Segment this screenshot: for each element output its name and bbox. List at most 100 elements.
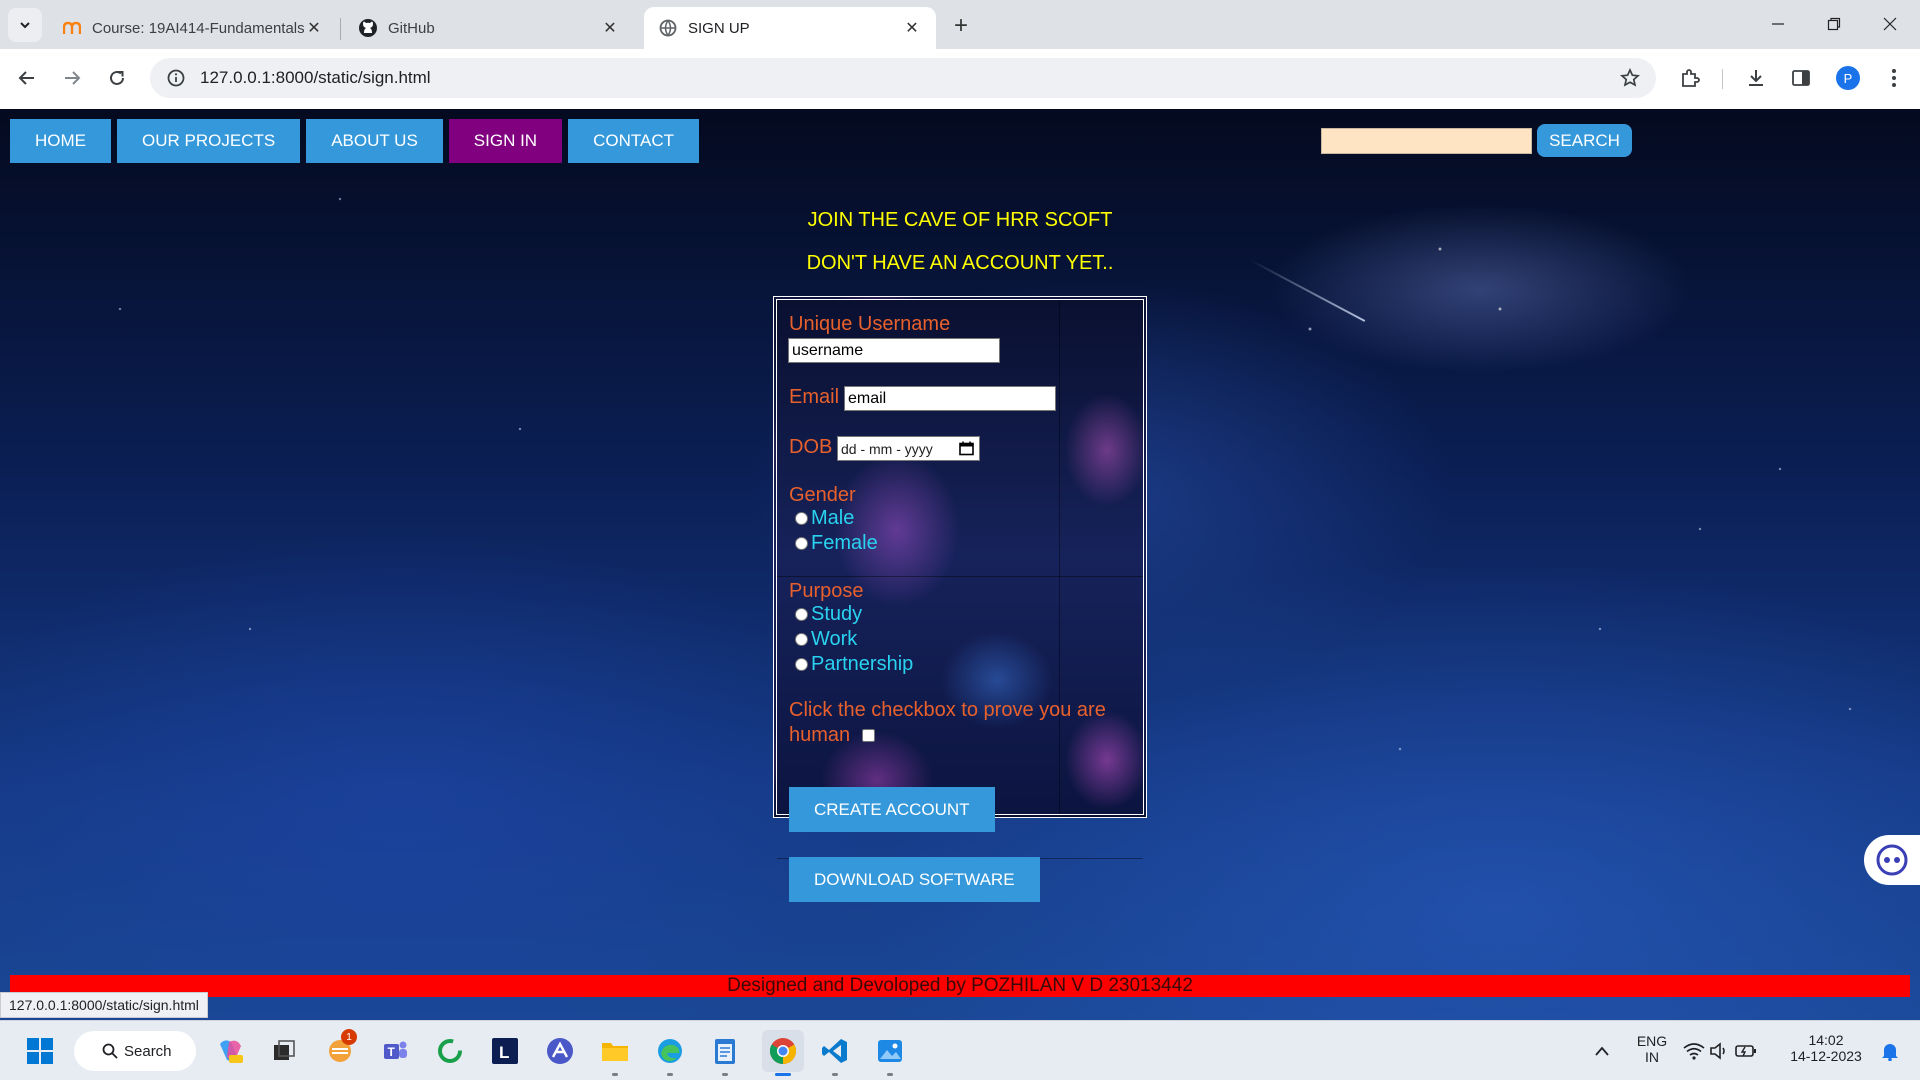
assistant-widget[interactable]	[1864, 835, 1920, 885]
tab-github[interactable]: GitHub ✕	[344, 7, 634, 49]
nav-sign-in[interactable]: SIGN IN	[448, 119, 563, 163]
reload-icon[interactable]	[100, 61, 134, 95]
bookmark-star-icon[interactable]	[1618, 66, 1642, 90]
circle-app-icon[interactable]	[432, 1033, 468, 1069]
close-icon[interactable]: ✕	[600, 18, 620, 38]
photos-icon[interactable]	[872, 1033, 908, 1069]
download-icon[interactable]	[1742, 64, 1770, 92]
copilot-icon[interactable]	[212, 1033, 248, 1069]
system-tray[interactable]	[1680, 1033, 1760, 1069]
nav-about-us[interactable]: ABOUT US	[306, 119, 443, 163]
tab-title: SIGN UP	[688, 19, 750, 37]
purpose-label: Purpose	[789, 580, 864, 602]
tab-title: Course: 19AI414-Fundamentals	[92, 19, 304, 37]
menu-dots-icon[interactable]	[1880, 64, 1908, 92]
username-field[interactable]: username	[788, 338, 1000, 363]
search-input[interactable]	[1321, 128, 1532, 154]
tab-search-button[interactable]	[8, 8, 42, 42]
nav-home[interactable]: HOME	[10, 119, 111, 163]
running-indicator	[612, 1073, 618, 1076]
option-male: Male	[811, 507, 855, 529]
search-label: Search	[124, 1042, 172, 1060]
create-account-button[interactable]: CREATE ACCOUNT	[789, 787, 995, 832]
svg-text:T: T	[388, 1045, 396, 1059]
background-seam	[777, 576, 1143, 577]
close-icon[interactable]: ✕	[304, 18, 324, 38]
site-info-icon[interactable]	[156, 58, 196, 98]
back-icon[interactable]	[10, 61, 44, 95]
browser-toolbar: 127.0.0.1:8000/static/sign.html P	[0, 49, 1920, 109]
address-bar[interactable]: 127.0.0.1:8000/static/sign.html	[150, 58, 1656, 98]
notification-badge: 1	[341, 1029, 357, 1045]
extensions-icon[interactable]	[1676, 64, 1704, 92]
human-checkbox[interactable]	[862, 729, 875, 742]
dob-value: dd - mm - yyyy	[841, 440, 933, 457]
task-view-icon[interactable]	[266, 1033, 302, 1069]
restore-icon[interactable]	[1806, 0, 1862, 48]
nav-contact[interactable]: CONTACT	[568, 119, 699, 163]
dob-date-input[interactable]: dd - mm - yyyy	[837, 436, 980, 461]
human-check-label: Click the checkbox to prove you are	[789, 699, 1106, 721]
globe-icon	[658, 18, 678, 38]
radio-partnership[interactable]	[795, 658, 808, 671]
download-software-button[interactable]: DOWNLOAD SOFTWARE	[789, 857, 1040, 902]
calendar-icon[interactable]	[959, 441, 974, 456]
chrome-icon[interactable]	[762, 1030, 804, 1072]
language-code: ENG	[1636, 1033, 1668, 1049]
running-indicator	[775, 1073, 791, 1076]
email-field[interactable]: email	[844, 386, 1056, 411]
gender-label: Gender	[789, 484, 856, 506]
l-app-icon[interactable]: L	[487, 1033, 523, 1069]
option-study: Study	[811, 603, 863, 625]
running-indicator	[832, 1073, 838, 1076]
radio-work[interactable]	[795, 633, 808, 646]
tab-course[interactable]: Course: 19AI414-Fundamentals ✕	[48, 7, 338, 49]
vscode-icon[interactable]	[817, 1033, 853, 1069]
github-icon	[358, 18, 378, 38]
running-indicator	[887, 1073, 893, 1076]
username-label: Unique Username	[789, 313, 951, 335]
top-nav: HOME OUR PROJECTS ABOUT US SIGN IN CONTA…	[10, 119, 699, 163]
clock[interactable]: 14:02 14-12-2023	[1780, 1032, 1872, 1064]
edge-icon[interactable]	[652, 1033, 688, 1069]
tab-title: GitHub	[388, 19, 435, 37]
running-indicator	[667, 1073, 673, 1076]
language-indicator[interactable]: ENG IN	[1630, 1033, 1674, 1065]
option-work: Work	[811, 628, 858, 650]
forward-icon[interactable]	[55, 61, 89, 95]
chevron-up-icon[interactable]	[1584, 1033, 1620, 1069]
moodle-icon	[62, 18, 82, 38]
search-button[interactable]: SEARCH	[1537, 124, 1632, 157]
tab-strip: Course: 19AI414-Fundamentals ✕ GitHub ✕ …	[0, 0, 1920, 49]
nav-our-projects[interactable]: OUR PROJECTS	[117, 119, 301, 163]
windows-start-icon[interactable]	[22, 1033, 58, 1069]
radio-female[interactable]	[795, 537, 808, 550]
close-window-icon[interactable]	[1862, 0, 1918, 48]
option-female: Female	[811, 532, 878, 554]
radio-male[interactable]	[795, 512, 808, 525]
close-icon[interactable]: ✕	[902, 18, 922, 38]
file-explorer-icon[interactable]	[597, 1033, 633, 1069]
wifi-icon	[1683, 1043, 1705, 1060]
date-text: 14-12-2023	[1790, 1048, 1862, 1064]
dob-label: DOB	[789, 436, 833, 458]
minimize-icon[interactable]	[1750, 0, 1806, 48]
page-footer: Designed and Devoloped by POZHILAN V D 2…	[10, 975, 1910, 997]
side-panel-icon[interactable]	[1787, 64, 1815, 92]
new-tab-button[interactable]: +	[944, 12, 978, 40]
option-partnership: Partnership	[811, 653, 914, 675]
profile-avatar[interactable]: P	[1836, 66, 1860, 90]
taskbar-search[interactable]: Search	[74, 1031, 196, 1071]
triangle-app-icon[interactable]	[542, 1033, 578, 1069]
battery-icon	[1735, 1045, 1756, 1057]
page-viewport: HOME OUR PROJECTS ABOUT US SIGN IN CONTA…	[0, 109, 1920, 1020]
running-indicator	[722, 1073, 728, 1076]
notification-bell-icon[interactable]	[1872, 1033, 1908, 1069]
url-text: 127.0.0.1:8000/static/sign.html	[200, 68, 431, 87]
notepad-icon[interactable]	[707, 1033, 743, 1069]
link-status-bar: 127.0.0.1:8000/static/sign.html	[0, 992, 208, 1018]
teams-icon[interactable]: T	[377, 1033, 413, 1069]
search-icon	[102, 1043, 118, 1059]
tab-sign-up[interactable]: SIGN UP ✕	[644, 7, 936, 49]
radio-study[interactable]	[795, 608, 808, 621]
